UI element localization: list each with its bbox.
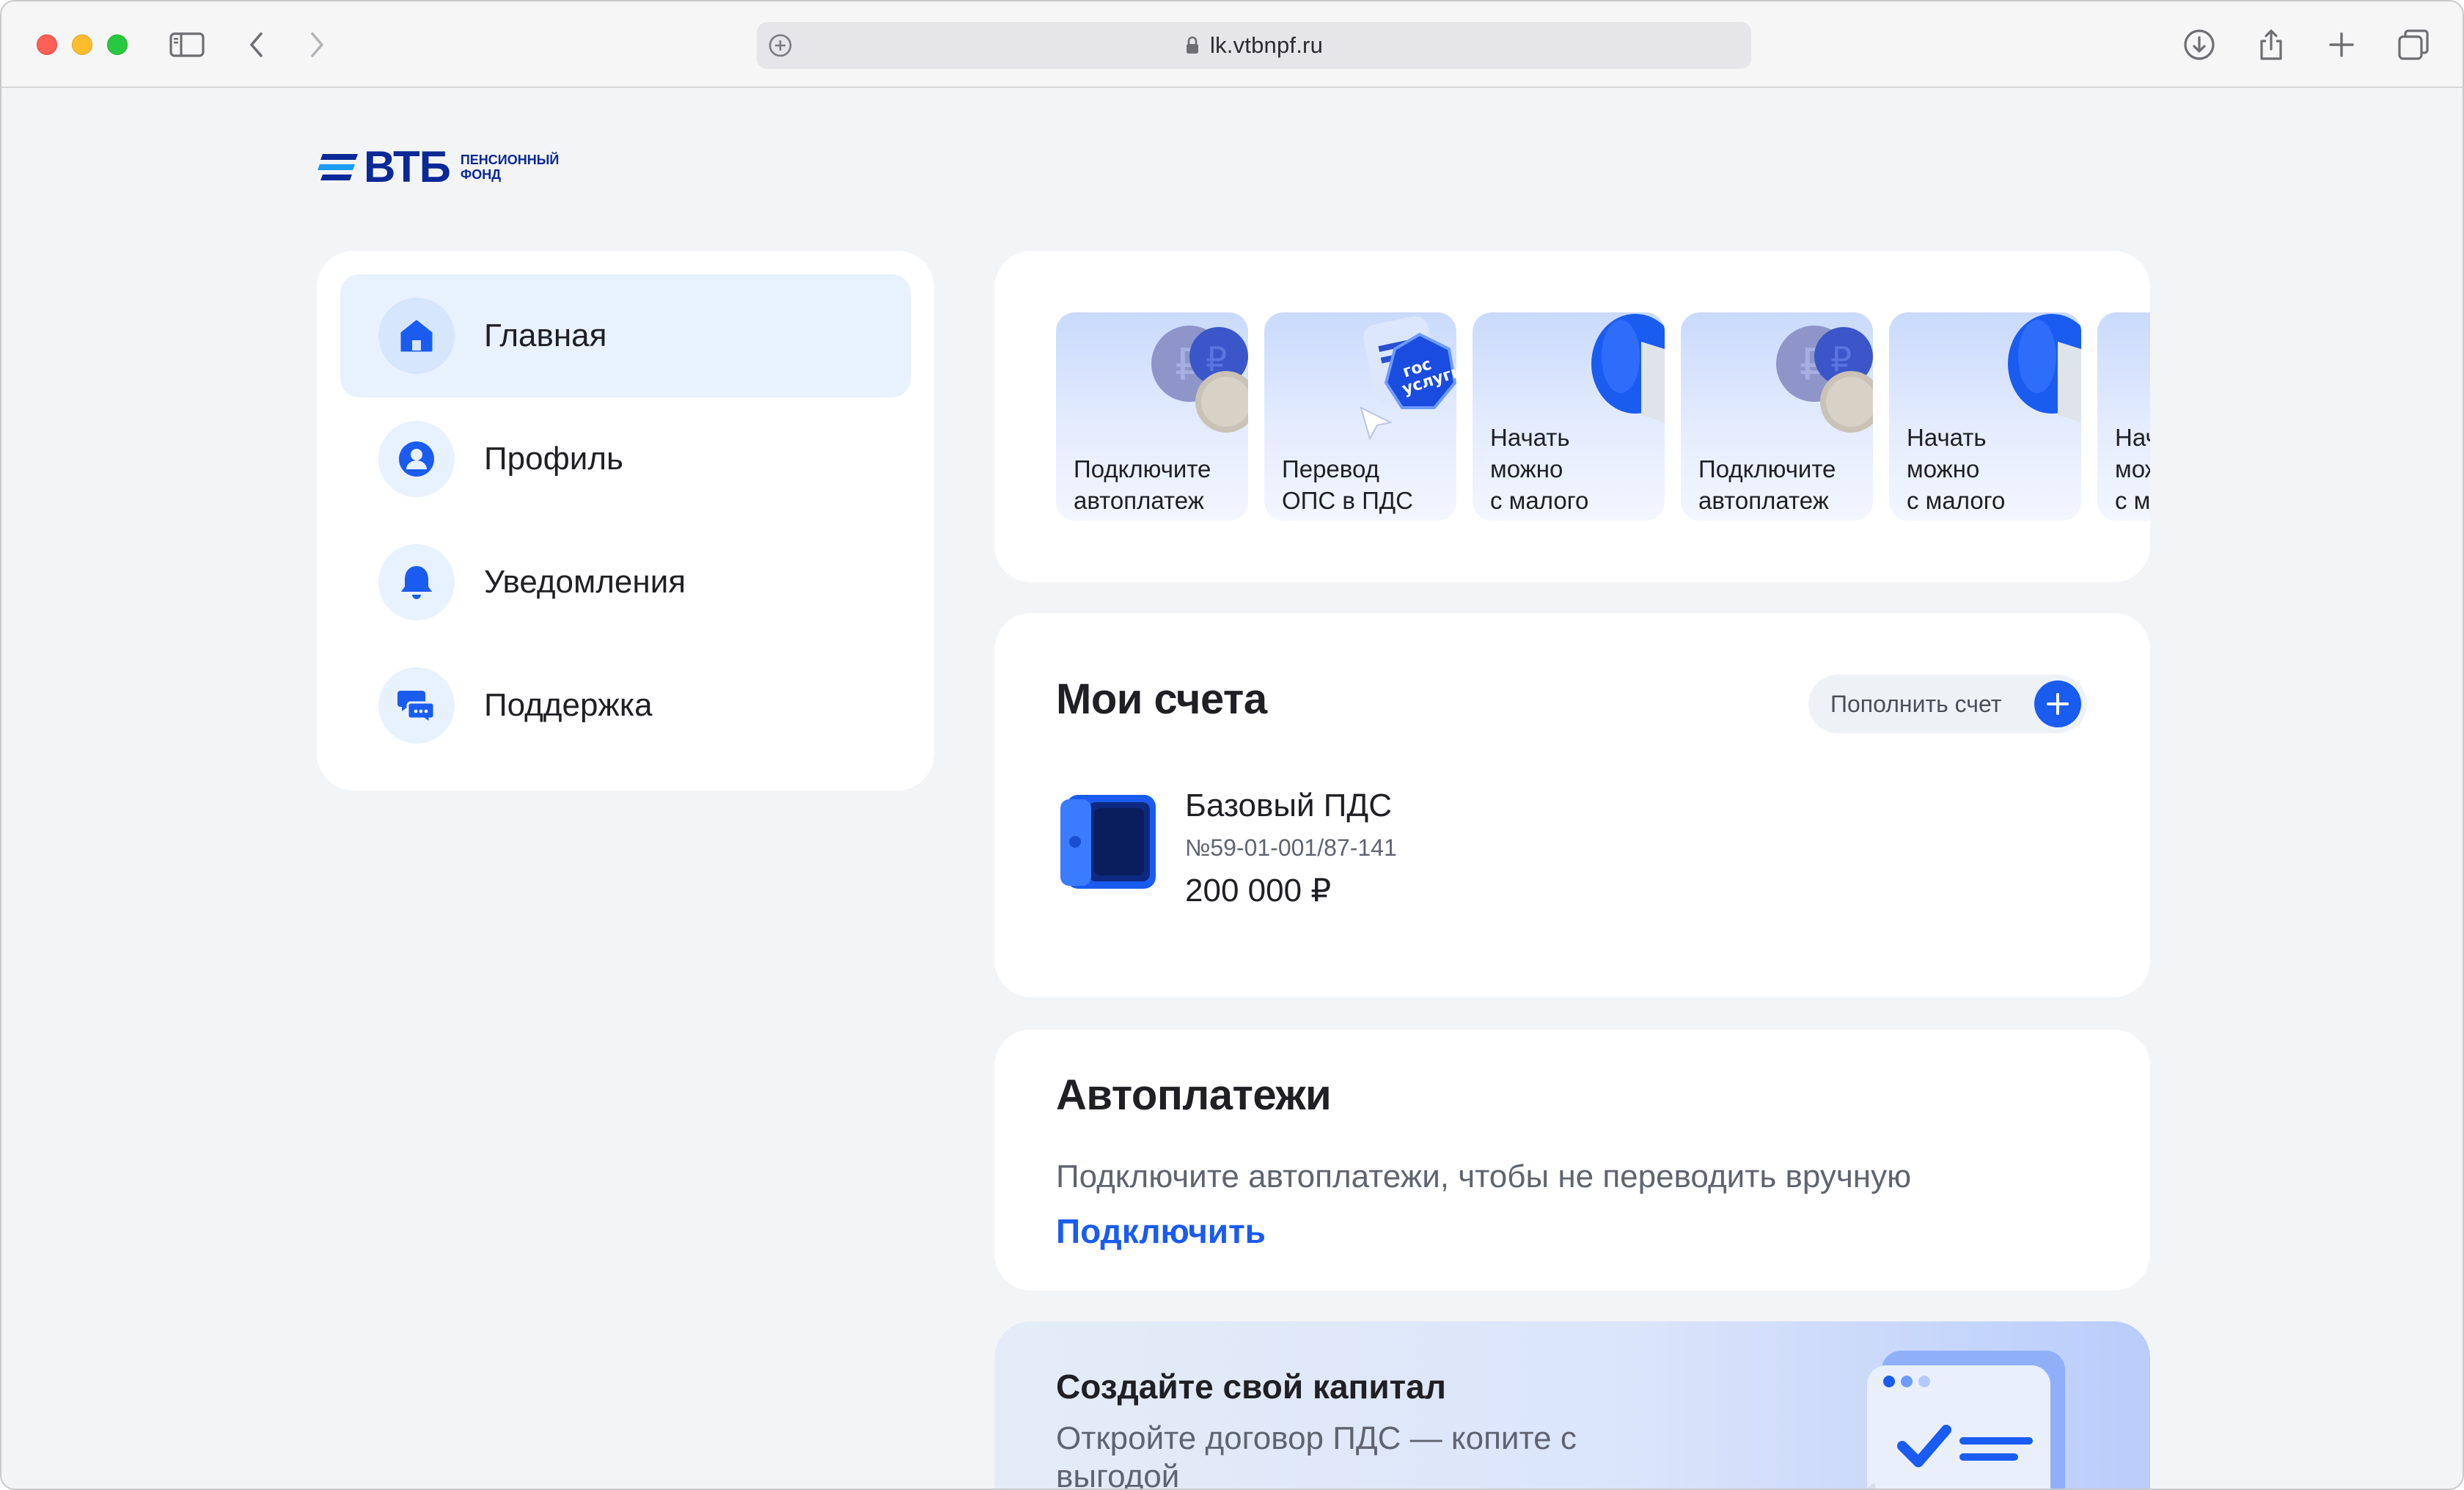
- browser-window: lk.vtbnpf.ru ВТБ ПЕНСИОННЫЙ ФОНД Главная…: [0, 0, 2464, 1490]
- sidebar-item-label: Главная: [484, 318, 607, 353]
- vtb-logo[interactable]: ВТБ ПЕНСИОННЫЙ ФОНД: [317, 145, 559, 189]
- downloads-icon[interactable]: [2179, 25, 2219, 65]
- bell-icon: [378, 544, 455, 620]
- sidebar-item-label: Поддержка: [484, 687, 653, 723]
- capital-banner[interactable]: Создайте свой капитал Откройте договор П…: [994, 1321, 2150, 1490]
- sidebar-nav: Главная Профиль Уведомления Поддержка: [317, 251, 934, 790]
- tab-overview-icon[interactable]: [2394, 25, 2433, 65]
- connect-autopay-link[interactable]: Подключить: [1056, 1211, 1266, 1251]
- account-info: Базовый ПДС №59-01-001/87-141 200 000 ₽: [1185, 782, 1397, 909]
- share-icon[interactable]: [2251, 25, 2291, 65]
- promo-carousel: ₽ ₽ Подключите автоплатеж гос услуги Пер…: [994, 251, 2150, 582]
- topup-label: Пополнить счет: [1830, 690, 2002, 717]
- user-icon: [378, 421, 455, 497]
- sidebar-item-label: Уведомления: [484, 564, 686, 600]
- accounts-title: Мои счета: [1056, 675, 1267, 723]
- promo-card-start-small[interactable]: Начать можно с малого: [1473, 312, 1665, 521]
- sidebar-item-notifications[interactable]: Уведомления: [340, 521, 911, 644]
- promo-text: Подключите автоплатеж: [1074, 455, 1211, 514]
- url-text: lk.vtbnpf.ru: [1209, 32, 1324, 58]
- autopay-title: Автоплатежи: [1056, 1071, 1332, 1119]
- account-number: №59-01-001/87-141: [1185, 834, 1397, 861]
- browser-toolbar: lk.vtbnpf.ru: [1, 1, 2463, 88]
- promo-card-transfer[interactable]: гос услуги Перевод ОПС в ПДС: [1264, 312, 1456, 521]
- capital-title: Создайте свой капитал: [1056, 1368, 1446, 1406]
- sidebar-item-support[interactable]: Поддержка: [340, 644, 911, 767]
- account-balance: 200 000 ₽: [1185, 873, 1332, 909]
- sidebar-toggle-icon[interactable]: [167, 25, 207, 65]
- autopay-description: Подключите автоплатежи, чтобы не перевод…: [1056, 1159, 1912, 1194]
- accounts-card: Мои счета Пополнить счет Базовый ПДС №59…: [994, 613, 2150, 997]
- promo-card-autopay[interactable]: ₽ ₽ Подключите автоплатеж: [1056, 312, 1248, 521]
- sidebar-item-home[interactable]: Главная: [340, 274, 911, 397]
- address-bar[interactable]: lk.vtbnpf.ru: [757, 22, 1751, 69]
- document-check-icon: [1866, 1351, 2065, 1489]
- promo-text: Перевод ОПС в ПДС: [1282, 455, 1413, 514]
- autopay-card: Автоплатежи Подключите автоплатежи, чтоб…: [994, 1030, 2150, 1291]
- promo-text: Начать можно с малого: [2115, 424, 2150, 514]
- sidebar-item-label: Профиль: [484, 441, 623, 477]
- gosuslugi-icon: гос услуги: [1360, 316, 1456, 441]
- minimize-window-button[interactable]: [72, 34, 92, 55]
- forward-icon[interactable]: [296, 25, 336, 65]
- vtb-stripes-icon: [318, 154, 358, 180]
- zoom-window-button[interactable]: [107, 34, 128, 55]
- home-icon: [378, 298, 455, 374]
- new-tab-icon[interactable]: [2322, 25, 2361, 65]
- safe-icon: [1060, 795, 1156, 889]
- promo-card-start-small[interactable]: Начать можно с малого: [1889, 312, 2081, 521]
- promo-text: Подключите автоплатеж: [1698, 455, 1836, 514]
- account-name: Базовый ПДС: [1185, 788, 1393, 823]
- account-row[interactable]: Базовый ПДС №59-01-001/87-141 200 000 ₽: [1056, 782, 1397, 909]
- promo-card-autopay[interactable]: ₽ ₽ Подключите автоплатеж: [1681, 312, 1873, 521]
- coins-icon: ₽ ₽: [1151, 326, 1248, 433]
- logo-subtitle: ПЕНСИОННЫЙ ФОНД: [460, 153, 560, 182]
- plus-icon: [2034, 680, 2081, 727]
- page-menu-icon[interactable]: [767, 32, 793, 59]
- sidebar-item-profile[interactable]: Профиль: [340, 397, 911, 521]
- close-window-button[interactable]: [37, 34, 57, 55]
- promo-text: Начать можно с малого: [1907, 424, 2006, 514]
- topup-button[interactable]: Пополнить счет: [1808, 675, 2087, 733]
- chat-icon: [378, 667, 455, 744]
- promo-card-start-small[interactable]: Начать можно с малого: [2097, 312, 2150, 521]
- lock-icon: [1186, 36, 1198, 54]
- back-icon[interactable]: [238, 25, 277, 65]
- logo-name: ВТБ: [364, 142, 451, 191]
- capital-description: Откройте договор ПДС — копите с выгодой: [1056, 1420, 1577, 1490]
- coins-icon: ₽ ₽: [1776, 326, 1873, 433]
- promo-text: Начать можно с малого: [1490, 424, 1589, 514]
